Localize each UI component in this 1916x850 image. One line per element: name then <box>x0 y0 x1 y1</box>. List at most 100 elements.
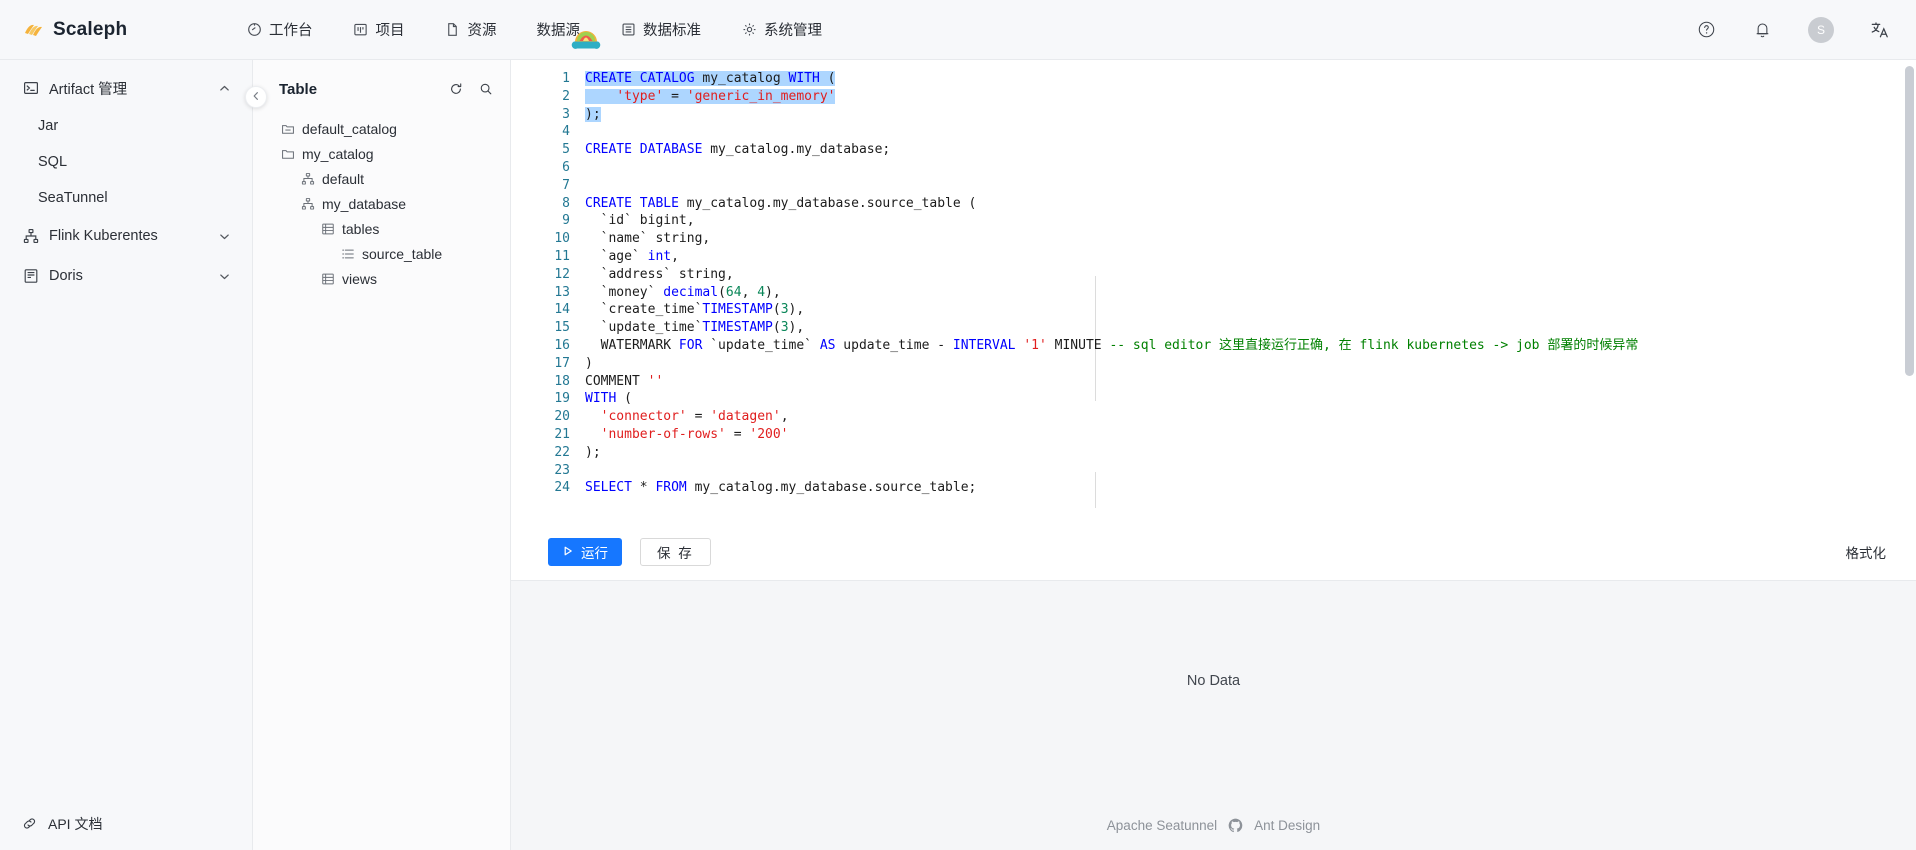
code-token: WITH <box>788 71 828 86</box>
tree-node-tables[interactable]: tables <box>253 216 510 241</box>
sql-editor: 1 CREATE CATALOG my_catalog WITH (2 'type… <box>511 60 1916 581</box>
line-number: 4 <box>562 124 570 140</box>
code-tokens: `id` bigint, <box>585 213 695 228</box>
result-pane: No Data Apache Seatunnel Ant Design <box>511 581 1916 850</box>
sidebar-group-label: Artifact 管理 <box>49 81 128 98</box>
nav-item-workbench[interactable]: 工作台 <box>246 19 313 40</box>
nav-item-datasource[interactable]: 数据源 <box>537 19 581 40</box>
code-token: AS <box>819 337 844 353</box>
code-text: CREATE CATALOG my_catalog WITH ( <box>579 70 836 88</box>
gear-icon <box>741 22 757 38</box>
footer-right-link[interactable]: Ant Design <box>1254 818 1320 833</box>
tree: default_catalog my_catalog default my_da… <box>253 106 510 291</box>
brand[interactable]: Scaleph <box>0 19 230 41</box>
line-number: 8 <box>562 195 570 211</box>
code-line: 15 `update_time`TIMESTAMP(3), <box>511 319 1916 337</box>
tree-node-label: my_database <box>322 195 407 212</box>
code-line: 14 `create_time`TIMESTAMP(3), <box>511 301 1916 319</box>
brand-name: Scaleph <box>53 18 128 40</box>
code-token: int <box>647 248 672 264</box>
file-icon <box>445 22 461 38</box>
code-token: WITH <box>585 391 625 407</box>
code-token: TIMESTAMP <box>702 302 773 318</box>
code-line: 2 'type' = 'generic_in_memory' <box>511 88 1916 106</box>
run-button[interactable]: 运行 <box>548 538 622 566</box>
chevron-up-icon <box>219 83 230 94</box>
refresh-icon[interactable] <box>449 82 464 97</box>
code-text: `create_time`TIMESTAMP(3), <box>579 301 805 319</box>
code-line: 16 WATERMARK FOR `update_time` AS update… <box>511 337 1916 355</box>
sidebar-item-sql[interactable]: SQL <box>0 144 252 180</box>
nav-item-resource[interactable]: 资源 <box>445 19 497 40</box>
code-token: my_catalog.my_database.source_table; <box>694 480 977 496</box>
tree-node-default[interactable]: default <box>253 166 510 191</box>
code-text: CREATE DATABASE my_catalog.my_database; <box>579 141 890 159</box>
app-root: Scaleph 工作台 项目 资源 数据源 数据标准 系统管理 S Artifa… <box>0 0 1916 850</box>
sidebar-item-seatunnel[interactable]: SeaTunnel <box>0 180 252 216</box>
nav-item-system-management[interactable]: 系统管理 <box>741 19 822 40</box>
sidebar-group-doris[interactable]: Doris <box>0 256 252 296</box>
code-text: 'number-of-rows' = '200' <box>579 426 789 444</box>
nav-item-project[interactable]: 项目 <box>353 19 405 40</box>
code-token: WATERMARK <box>585 337 679 353</box>
line-number: 9 <box>562 213 570 229</box>
sidebar-collapse-button[interactable] <box>245 86 267 108</box>
code-tokens: `age` int, <box>585 249 679 264</box>
code-token: MINUTE <box>1046 337 1110 353</box>
tree-node-my-database[interactable]: my_database <box>253 191 510 216</box>
avatar[interactable]: S <box>1808 16 1834 43</box>
tree-node-my-catalog[interactable]: my_catalog <box>253 141 510 166</box>
code-line: 3); <box>511 106 1916 124</box>
tree-node-label: my_catalog <box>302 145 374 162</box>
code-token: '1' <box>1023 337 1047 353</box>
sidebar-group-artifact[interactable]: Artifact 管理 <box>0 68 252 108</box>
translate-icon[interactable] <box>1870 20 1890 40</box>
search-icon[interactable] <box>479 82 494 97</box>
code-line: 11 `age` int, <box>511 248 1916 266</box>
github-icon[interactable] <box>1228 818 1243 833</box>
sidebar-item-api-docs[interactable]: API 文档 <box>0 814 252 850</box>
format-button[interactable]: 格式化 <box>1846 542 1887 562</box>
tree-node-default-catalog[interactable]: default_catalog <box>253 116 510 141</box>
code-token: ) <box>585 355 593 371</box>
code-token: ( <box>718 284 726 300</box>
line-number: 18 <box>554 373 570 389</box>
code-text: ); <box>579 444 601 462</box>
code-area[interactable]: 1 CREATE CATALOG my_catalog WITH (2 'type… <box>511 60 1916 524</box>
code-line: 1 CREATE CATALOG my_catalog WITH ( <box>511 70 1916 88</box>
code-line: 10 `name` string, <box>511 230 1916 248</box>
line-number: 10 <box>554 231 570 247</box>
tree-node-source-table[interactable]: source_table <box>253 241 510 266</box>
question-circle-icon[interactable] <box>1696 20 1716 40</box>
nav-item-data-standard[interactable]: 数据标准 <box>620 19 701 40</box>
tree-node-label: tables <box>342 220 380 237</box>
bell-icon[interactable] <box>1752 20 1772 40</box>
code-token: CREATE CATALOG <box>585 71 703 86</box>
save-button[interactable]: 保 存 <box>640 538 711 566</box>
nav-label: 项目 <box>375 23 405 39</box>
body: Artifact 管理 Jar SQL SeaTunnel Flink Kube… <box>0 60 1916 850</box>
database-doc-icon <box>22 268 39 285</box>
editor-vertical-scrollbar[interactable] <box>1905 66 1914 376</box>
code-token: ( <box>624 391 632 407</box>
code-line: 12 `address` string, <box>511 266 1916 284</box>
code-line: 18 COMMENT '' <box>511 373 1916 391</box>
header-actions: S <box>1696 16 1916 43</box>
code-token: SELECT <box>585 480 640 496</box>
schema-icon <box>301 197 315 211</box>
code-token: ); <box>585 106 601 122</box>
sidebar-group-flink-kubernetes[interactable]: Flink Kuberentes <box>0 216 252 256</box>
standard-icon <box>620 22 636 38</box>
sidebar-item-jar[interactable]: Jar <box>0 108 252 144</box>
code-line: 21 'number-of-rows' = '200' <box>511 426 1916 444</box>
footer-left-link[interactable]: Apache Seatunnel <box>1107 818 1217 833</box>
table-icon <box>341 247 355 261</box>
line-number: 12 <box>554 266 570 282</box>
tree-node-views[interactable]: views <box>253 266 510 291</box>
line-number: 24 <box>554 480 570 496</box>
